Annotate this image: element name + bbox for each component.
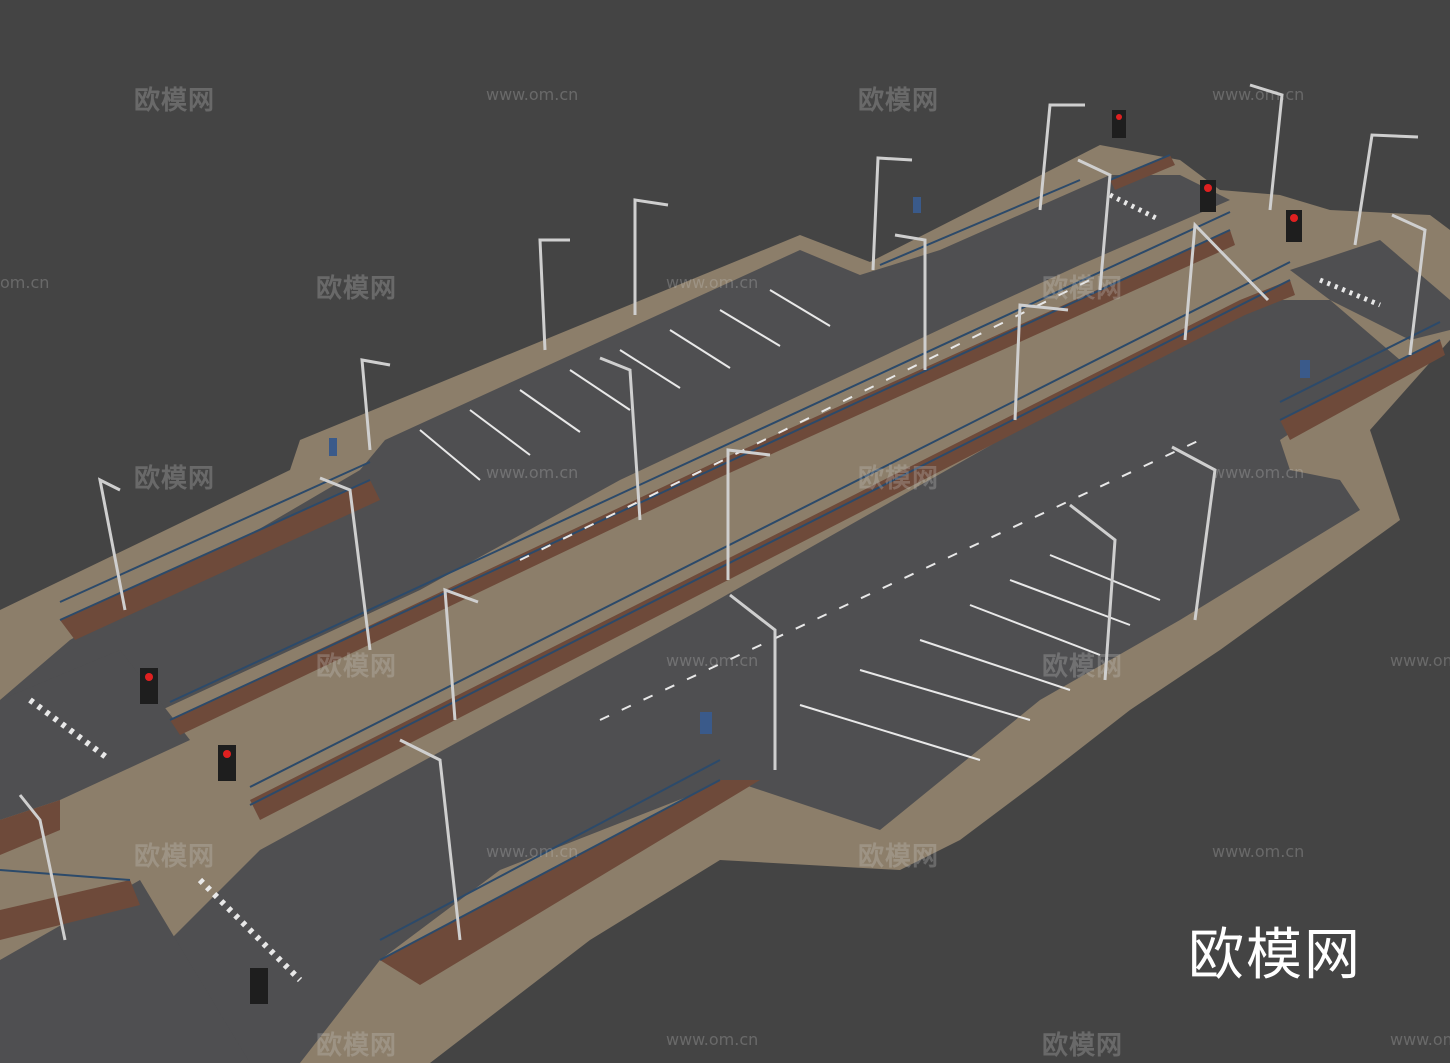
road-scene-render	[0, 83, 1450, 1063]
watermark-brand: 欧模网	[858, 86, 940, 116]
watermark-url-partial: om.cn	[0, 273, 50, 292]
watermark-url: www.om.cn	[666, 1030, 759, 1049]
brand-logo-text: 欧模网	[1188, 923, 1362, 988]
watermark-brand: 欧模网	[316, 274, 398, 304]
watermark-brand: 欧模网	[316, 652, 398, 682]
watermark-url: www.om.cn	[486, 842, 579, 861]
watermark-url: www.om.cn	[666, 651, 759, 670]
watermark-brand: 欧模网	[134, 842, 216, 872]
watermark-brand: 欧模网	[858, 464, 940, 494]
watermark-url: www.om.cn	[1390, 651, 1450, 670]
watermark-brand: 欧模网	[134, 464, 216, 494]
watermark-url: www.om.cn	[1212, 463, 1305, 482]
watermark-url: www.om.cn	[486, 85, 579, 104]
watermark-url: www.om.cn	[1212, 85, 1305, 104]
watermark-brand: 欧模网	[316, 1031, 398, 1061]
watermark-brand: 欧模网	[134, 86, 216, 116]
watermark-url: www.om.cn	[666, 273, 759, 292]
watermark-url: www.om.cn	[1212, 842, 1305, 861]
watermark-brand: 欧模网	[858, 842, 940, 872]
watermark-brand: 欧模网	[1042, 274, 1124, 304]
watermark-brand: 欧模网	[1042, 652, 1124, 682]
watermark-url: www.om.cn	[1390, 1030, 1450, 1049]
watermark-url: www.om.cn	[486, 463, 579, 482]
watermark-brand: 欧模网	[1042, 1031, 1124, 1061]
